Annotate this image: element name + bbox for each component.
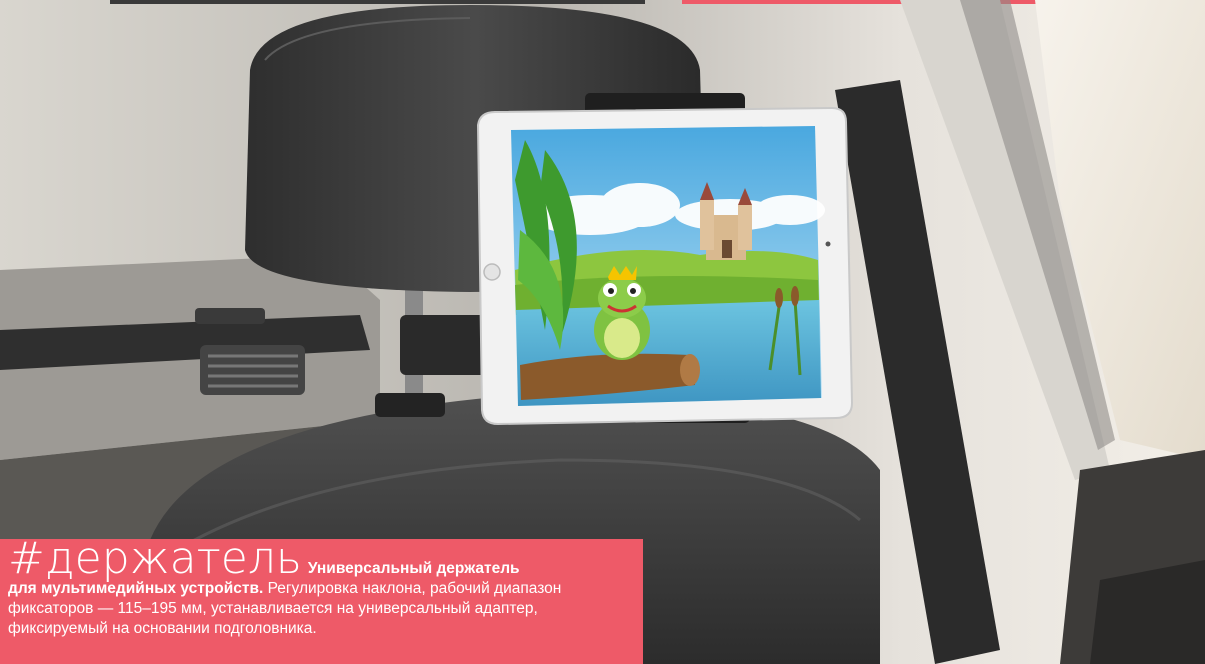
caption-lead-part1: Универсальный держатель (307, 560, 520, 577)
caption-lead-part2: для мультимедийных устройств. (8, 580, 264, 597)
tablet-home-button-icon (483, 263, 501, 281)
product-caption: #держатель Универсальный держатель для му… (0, 537, 643, 664)
caption-first-line: #держатель Универсальный держатель (8, 537, 635, 581)
caption-hashtag: #держатель (8, 533, 302, 584)
tablet-screen-cartoon (511, 126, 825, 406)
caption-body: для мультимедийных устройств. Регулировк… (8, 579, 635, 639)
tablet-camera-icon (825, 241, 831, 247)
tablet (476, 106, 854, 426)
